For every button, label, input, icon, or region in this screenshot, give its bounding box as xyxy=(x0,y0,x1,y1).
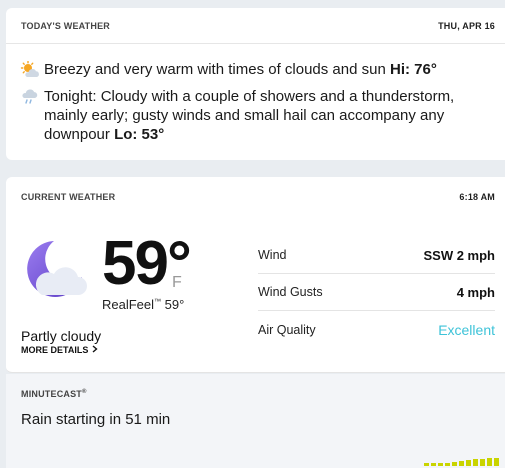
current-condition: Partly cloudy xyxy=(21,328,102,344)
realfeel: RealFeel™ 59° xyxy=(102,297,185,312)
realfeel-value: 59° xyxy=(164,297,185,312)
precip-bar xyxy=(424,463,429,466)
precip-bar xyxy=(494,458,499,466)
temperature-unit: F xyxy=(172,274,182,291)
stat-row-air-quality[interactable]: Air Quality Excellent xyxy=(258,311,495,348)
current-stats-list: Wind SSW 2 mph Wind Gusts 4 mph Air Qual… xyxy=(258,237,495,348)
more-details-label: MORE DETAILS xyxy=(21,345,89,355)
more-details-link[interactable]: MORE DETAILS xyxy=(21,345,98,355)
precip-bar xyxy=(480,459,485,466)
current-weather-header: CURRENT WEATHER 6:18 AM xyxy=(6,177,505,217)
realfeel-label: RealFeel xyxy=(102,297,155,312)
precip-bar xyxy=(466,460,471,466)
stat-row-wind-gusts: Wind Gusts 4 mph xyxy=(258,274,495,311)
precip-bar xyxy=(459,461,464,466)
cloud-showers-icon xyxy=(20,87,44,144)
precip-bar xyxy=(431,463,436,466)
precip-bar xyxy=(473,459,478,466)
partly-sunny-icon xyxy=(20,60,44,84)
tonight-low: Lo: 53° xyxy=(114,126,165,143)
today-high: Hi: 76° xyxy=(389,61,437,78)
stat-label: Air Quality xyxy=(258,322,316,337)
precip-bar xyxy=(487,458,492,466)
today-weather-header: TODAY'S WEATHER THU, APR 16 xyxy=(6,8,505,44)
today-date: THU, APR 16 xyxy=(438,20,495,31)
stat-row-wind: Wind SSW 2 mph xyxy=(258,237,495,274)
air-quality-value: Excellent xyxy=(438,321,495,338)
stat-label: Wind xyxy=(258,248,287,262)
today-day-forecast: Breezy and very warm with times of cloud… xyxy=(20,60,485,84)
today-day-text: Breezy and very warm with times of cloud… xyxy=(44,61,437,78)
precip-bar xyxy=(438,463,443,466)
tonight-text: Tonight: Cloudy with a couple of showers… xyxy=(44,88,455,143)
precip-bars xyxy=(424,458,499,466)
current-weather-card[interactable]: CURRENT WEATHER 6:18 AM 59° F RealFeel™ … xyxy=(6,177,505,373)
current-weather-title: CURRENT WEATHER xyxy=(21,192,116,202)
today-weather-card[interactable]: TODAY'S WEATHER THU, APR 16 Breezy and v… xyxy=(6,8,505,160)
today-weather-title: TODAY'S WEATHER xyxy=(21,20,110,31)
minutecast-title: MINUTECAST® xyxy=(21,389,87,399)
partly-cloudy-night-icon xyxy=(20,237,90,301)
stat-value: SSW 2 mph xyxy=(423,247,495,263)
stat-value: 4 mph xyxy=(456,284,495,300)
precip-bar xyxy=(445,463,450,466)
chevron-right-icon xyxy=(92,345,98,355)
current-time: 6:18 AM xyxy=(459,192,495,202)
stat-label: Wind Gusts xyxy=(258,285,323,299)
minutecast-card[interactable]: MINUTECAST® Rain starting in 51 min xyxy=(6,374,505,468)
minutecast-message: Rain starting in 51 min xyxy=(21,411,171,428)
precip-bar xyxy=(452,462,457,466)
tonight-forecast: Tonight: Cloudy with a couple of showers… xyxy=(20,87,485,144)
